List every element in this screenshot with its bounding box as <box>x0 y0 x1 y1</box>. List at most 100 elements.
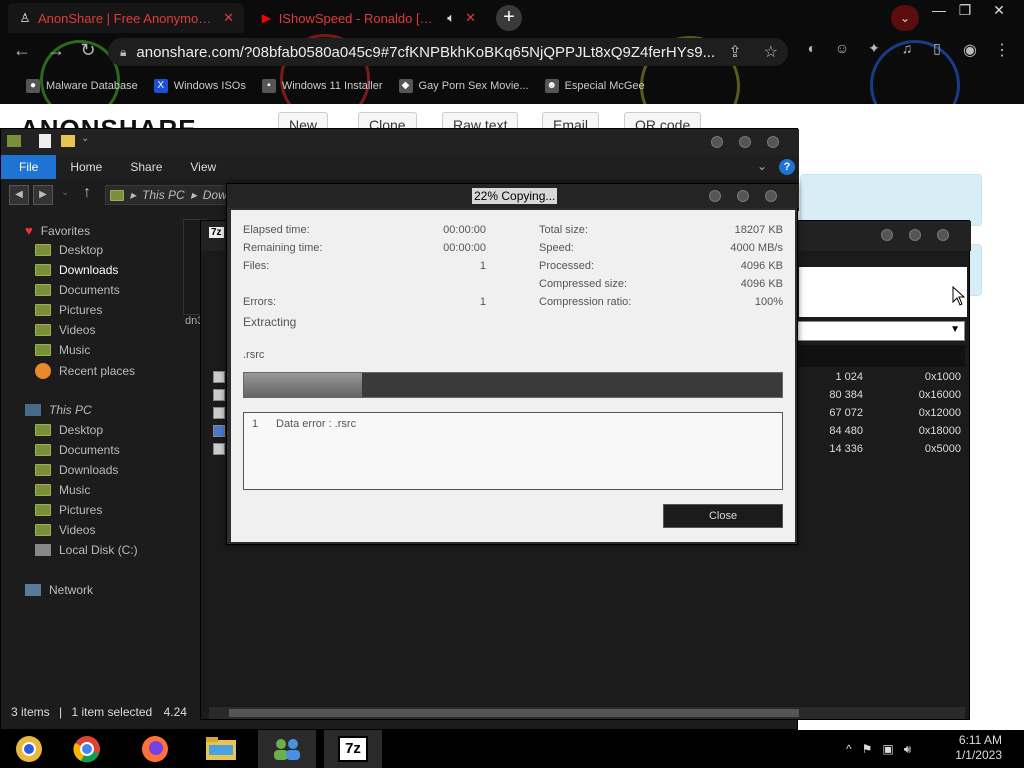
bookmark-item[interactable]: ▪ Windows 11 Installer <box>261 79 383 93</box>
sidebar-item-music[interactable]: Music <box>35 483 90 497</box>
7zip-button[interactable]: 7z <box>324 730 382 768</box>
row-checkbox[interactable] <box>213 407 225 419</box>
close-button[interactable] <box>937 229 949 241</box>
help-icon[interactable]: ? <box>779 159 795 175</box>
bookmark-item[interactable]: X Windows ISOs <box>153 79 246 93</box>
forward-button[interactable]: ▶ <box>33 185 53 205</box>
tab-home[interactable]: Home <box>56 155 116 179</box>
media-icon[interactable]: ♫ <box>895 40 919 56</box>
elapsed-time-label: Elapsed time: <box>243 224 310 236</box>
sidebar-item-documents[interactable]: Documents <box>35 443 120 457</box>
close-icon[interactable]: ✕ <box>465 10 476 26</box>
table-row[interactable]: 14 336 0x5000 <box>797 443 965 461</box>
tab-share[interactable]: Share <box>116 155 176 179</box>
chevron-up-icon[interactable]: ^ <box>846 742 852 756</box>
minimize-button[interactable] <box>709 190 721 202</box>
sidebar-item-this-pc[interactable]: This PC <box>25 403 92 417</box>
sidebar-item-recent-places[interactable]: Recent places <box>35 363 135 379</box>
sidebar-item-desktop[interactable]: Desktop <box>35 423 103 437</box>
files-value: 1 <box>479 260 486 272</box>
horizontal-scrollbar[interactable] <box>209 707 965 719</box>
minimize-button[interactable] <box>711 136 723 148</box>
size-cell: 67 072 <box>829 407 863 419</box>
tab-view[interactable]: View <box>176 155 230 179</box>
minimize-button[interactable] <box>881 229 893 241</box>
chevron-down-icon[interactable]: ⌄ <box>757 159 767 173</box>
extensions-puzzle-icon[interactable]: ✦ <box>862 40 886 57</box>
bookmarks-bar: ● Malware Database X Windows ISOs ▪ Windows… <box>0 72 1024 100</box>
sidebar-item-network[interactable]: Network <box>25 583 93 597</box>
bookmark-item[interactable]: ◆ Gay Porn Sex Movie... <box>398 79 529 93</box>
tab-file[interactable]: File <box>1 155 57 179</box>
total-size-label: Total size: <box>539 224 588 236</box>
volume-icon[interactable]: 🔊︎ <box>904 742 912 757</box>
sidebar-item-downloads[interactable]: Downloads <box>35 263 118 277</box>
share-icon[interactable]: ⇪ <box>728 42 741 62</box>
restore-button[interactable]: ❐ <box>950 2 980 19</box>
sidebar-item-documents[interactable]: Documents <box>35 283 120 297</box>
extension-icon[interactable]: ◐ <box>800 40 824 56</box>
chevron-down-icon[interactable]: ⌄ <box>81 133 89 144</box>
total-size-value: 18207 KB <box>734 224 783 236</box>
scrollbar-thumb[interactable] <box>229 709 799 717</box>
bookmark-star-icon[interactable]: ☆ <box>764 42 778 62</box>
people-button[interactable] <box>258 730 316 768</box>
mute-icon[interactable]: 🔈︎ <box>447 10 455 26</box>
sidebar-item-videos[interactable]: Videos <box>35 323 95 337</box>
new-folder-icon[interactable] <box>61 135 75 147</box>
sidebar-item-pictures[interactable]: Pictures <box>35 503 102 517</box>
side-panel-icon[interactable]: ▯ <box>925 40 949 57</box>
sidebar-item-music[interactable]: Music <box>35 343 90 357</box>
sidebar-item-local-disk[interactable]: Local Disk (C:) <box>35 543 138 557</box>
chrome-button[interactable] <box>58 730 116 768</box>
sidebar-item-downloads[interactable]: Downloads <box>35 463 118 477</box>
row-checkbox[interactable] <box>213 371 225 383</box>
close-button[interactable]: Close <box>663 504 783 528</box>
table-row[interactable]: 80 384 0x16000 <box>797 389 965 407</box>
window-close-button[interactable]: ✕ <box>984 2 1014 19</box>
flag-icon[interactable]: ⚑ <box>862 742 873 756</box>
bookmark-item[interactable]: ● Malware Database <box>26 79 138 93</box>
maximize-button[interactable] <box>739 136 751 148</box>
properties-icon[interactable] <box>39 134 51 148</box>
bookmark-item[interactable]: ☻ Especial McGee <box>544 79 645 93</box>
back-button[interactable]: ← <box>10 40 34 61</box>
firefox-button[interactable] <box>126 730 184 768</box>
breadcrumb-item[interactable]: This PC <box>142 188 185 202</box>
clock[interactable]: 6:11 AM 1/1/2023 <box>955 733 1002 763</box>
sidebar-item-videos[interactable]: Videos <box>35 523 95 537</box>
close-icon[interactable]: ✕ <box>223 10 234 26</box>
tab-search-button[interactable]: ⌄ <box>891 5 919 31</box>
reload-button[interactable]: ↻ <box>76 40 100 61</box>
new-tab-button[interactable]: + <box>496 5 522 31</box>
tab-youtube[interactable]: ▶ IShowSpeed - Ronaldo [SEWEY] 🔈︎ ✕ <box>250 3 486 33</box>
file-explorer-button[interactable] <box>192 730 250 768</box>
address-bar[interactable]: 🔒︎ anonshare.com/?08bfab0580a045c9#7cfKN… <box>108 38 788 66</box>
table-row[interactable]: 67 072 0x12000 <box>797 407 965 425</box>
table-row[interactable]: 1 024 0x1000 <box>797 371 965 389</box>
path-dropdown[interactable]: ▼ <box>797 321 965 341</box>
close-button[interactable] <box>767 136 779 148</box>
maximize-button[interactable] <box>737 190 749 202</box>
menu-icon[interactable]: ⋮ <box>990 40 1014 60</box>
avatar[interactable]: ☺ <box>830 40 854 56</box>
row-checkbox[interactable] <box>213 425 225 437</box>
sidebar-item-pictures[interactable]: Pictures <box>35 303 102 317</box>
sidebar-item-favorites[interactable]: ♥ Favorites <box>25 223 90 238</box>
sidebar-item-desktop[interactable]: Desktop <box>35 243 103 257</box>
maximize-button[interactable] <box>909 229 921 241</box>
tab-anonshare[interactable]: ♙ AnonShare | Free Anonymous Fil ✕ <box>8 3 244 33</box>
close-button[interactable] <box>765 190 777 202</box>
forward-button[interactable]: → <box>44 40 68 61</box>
table-row[interactable]: 84 480 0x18000 <box>797 425 965 443</box>
row-checkbox[interactable] <box>213 389 225 401</box>
profile-icon[interactable]: ◉ <box>958 40 982 60</box>
remaining-time-value: 00:00:00 <box>443 242 486 254</box>
messages-list[interactable]: 1 Data error : .rsrc <box>243 412 783 490</box>
network-icon[interactable]: ▣ <box>882 742 893 756</box>
recent-locations-icon[interactable]: ⌄ <box>61 187 69 198</box>
chrome-canary-button[interactable] <box>0 730 58 768</box>
row-checkbox[interactable] <box>213 443 225 455</box>
up-arrow-icon[interactable]: ↑ <box>83 184 91 202</box>
back-button[interactable]: ◀ <box>9 185 29 205</box>
